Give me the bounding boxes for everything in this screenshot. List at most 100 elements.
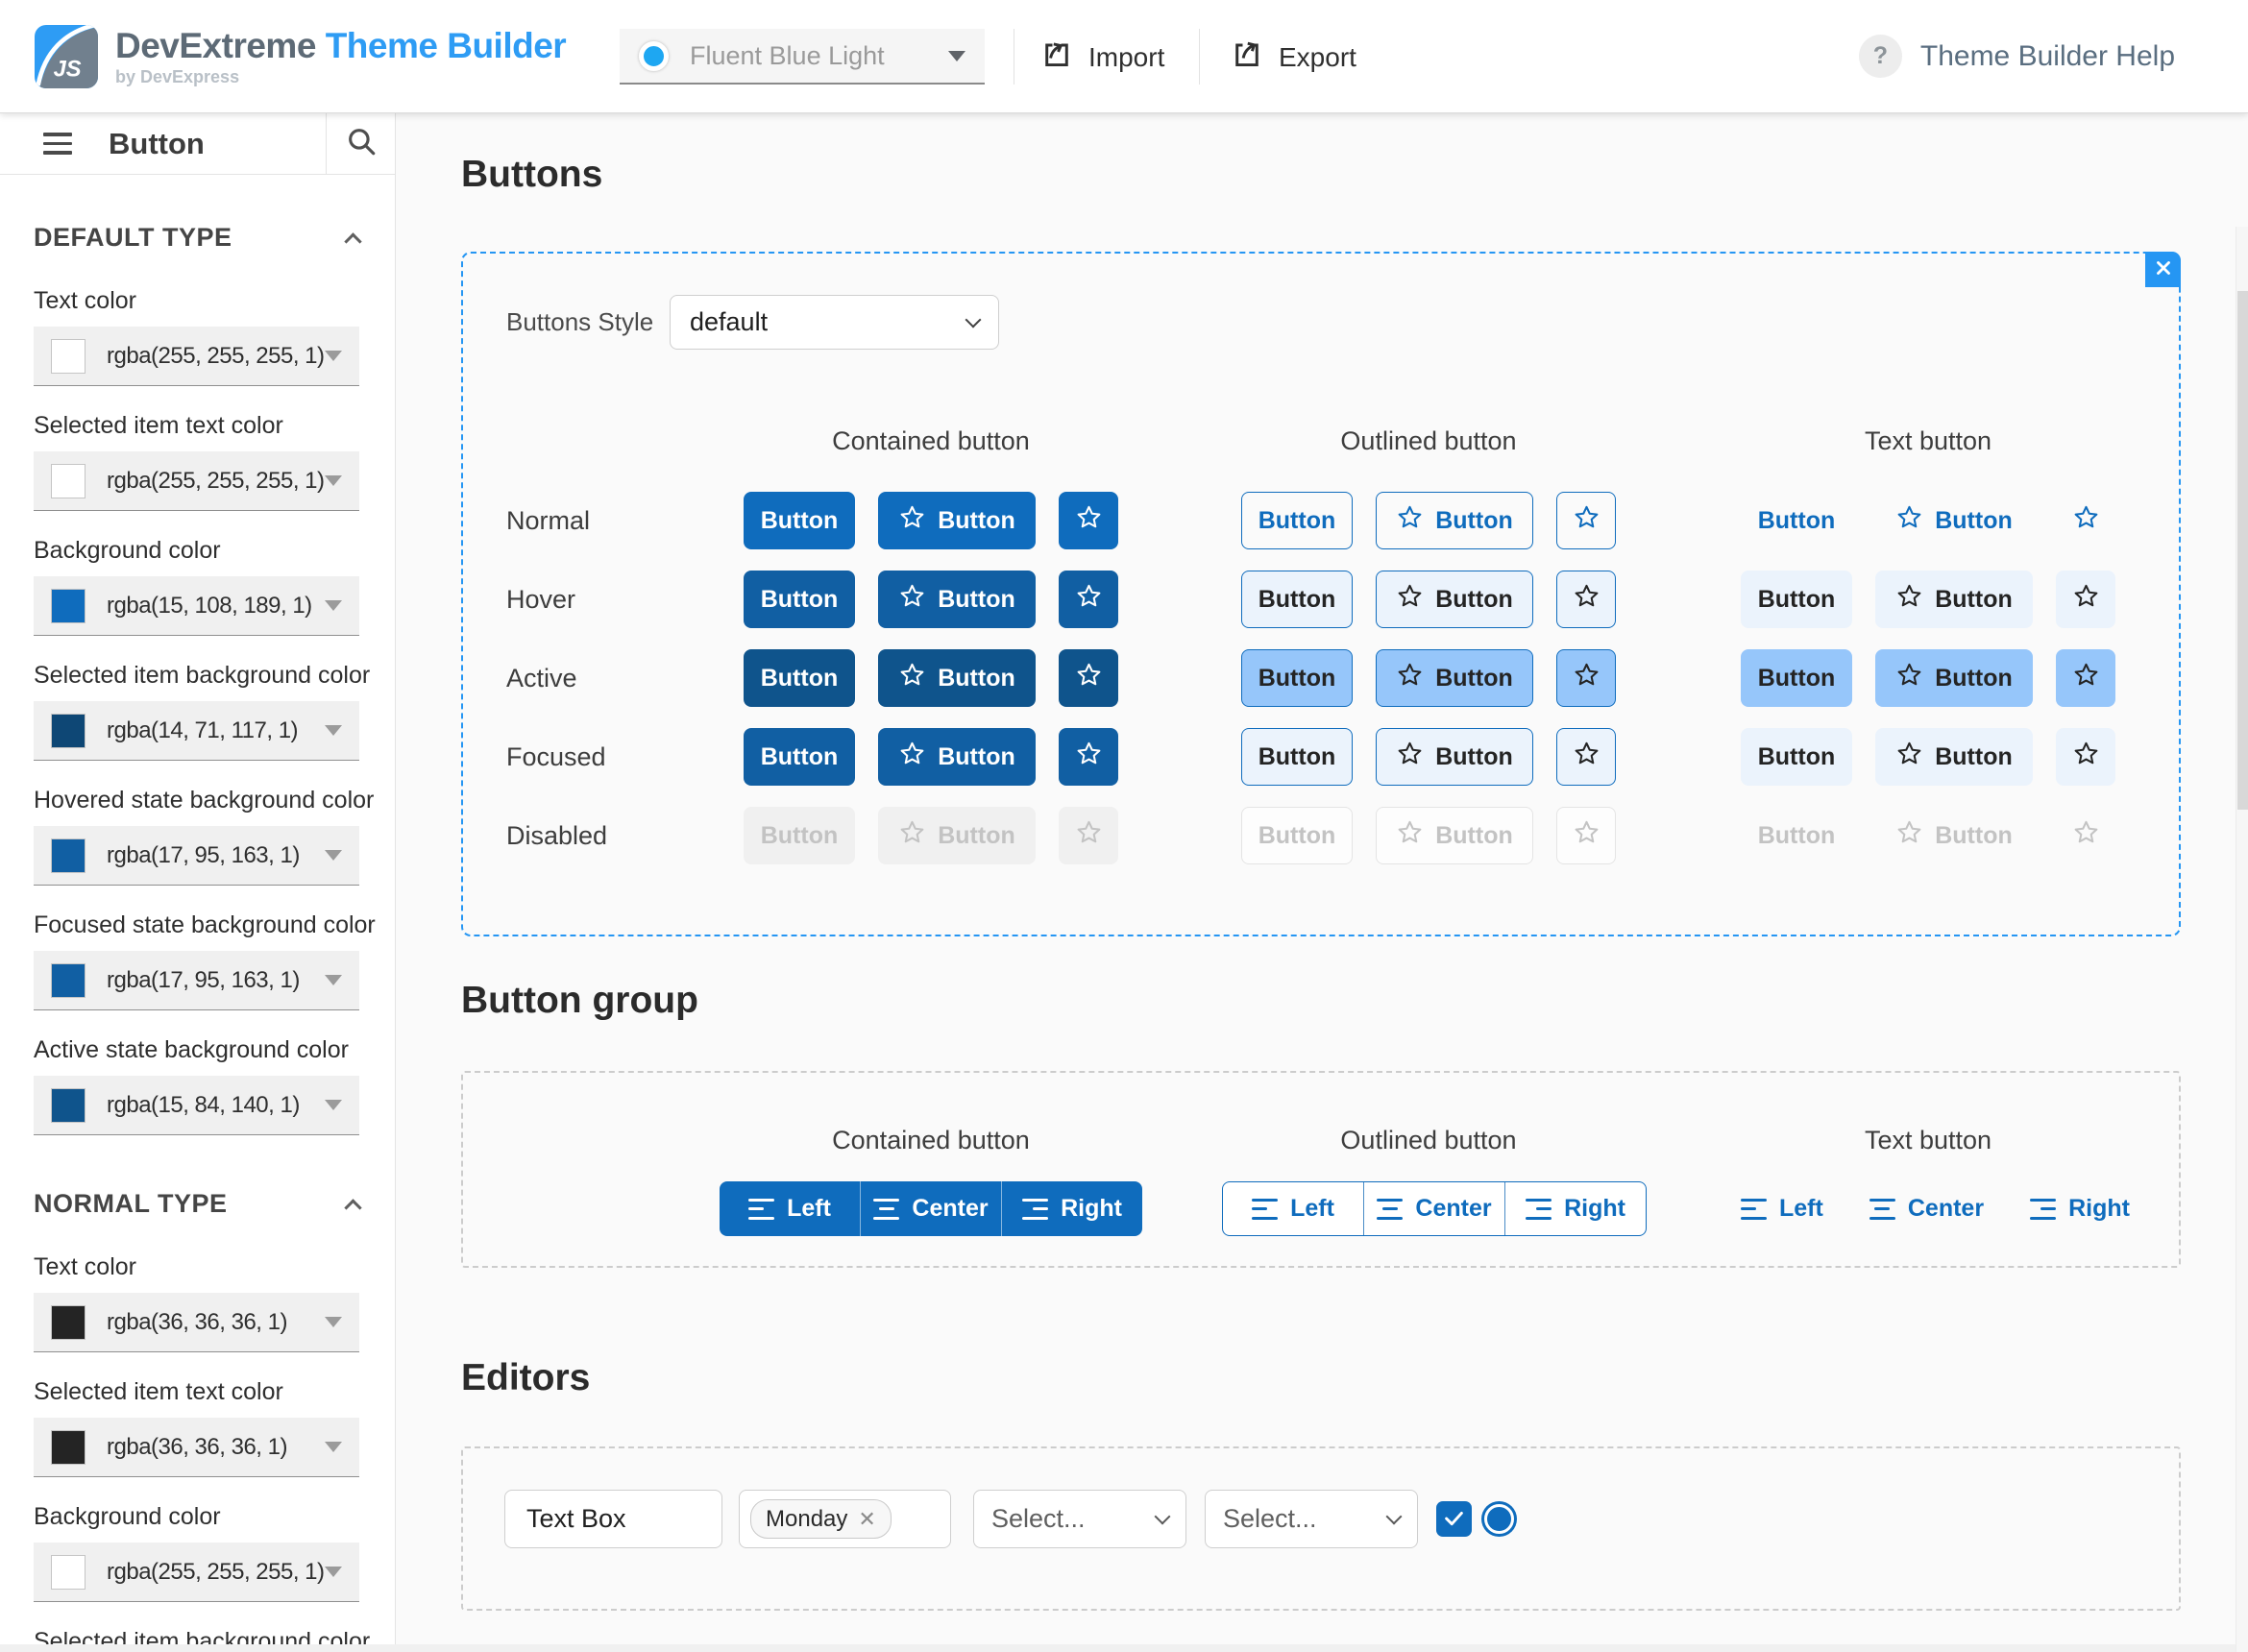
select-box-1[interactable]: Select... [973, 1490, 1186, 1548]
help-link[interactable]: ? Theme Builder Help [1858, 35, 2175, 78]
demo-button[interactable] [1556, 649, 1616, 707]
theme-color-dot-icon [639, 40, 669, 71]
color-select[interactable]: rgba(14, 71, 117, 1) [34, 701, 359, 761]
color-select[interactable]: rgba(17, 95, 163, 1) [34, 951, 359, 1010]
demo-button[interactable]: Button [878, 571, 1036, 628]
demo-button[interactable]: Button [1376, 492, 1533, 549]
demo-button[interactable]: Button [1376, 728, 1533, 786]
state-label: Disabled [506, 821, 608, 850]
editors-demo-container[interactable]: Text Box Monday ✕ Select... Select... [461, 1446, 2181, 1611]
demo-button[interactable] [2056, 728, 2115, 786]
state-label: Focused [506, 742, 606, 771]
demo-button[interactable] [2056, 649, 2115, 707]
demo-button[interactable] [2056, 807, 2115, 864]
buttons-demo-container[interactable]: Buttons Style default Contained button Ou… [461, 252, 2181, 936]
import-button[interactable]: Import [1039, 36, 1164, 78]
demo-button[interactable]: Button [1376, 807, 1533, 864]
demo-button[interactable]: Button [1741, 571, 1852, 628]
demo-button[interactable]: Button [1241, 728, 1353, 786]
demo-button[interactable] [1059, 649, 1118, 707]
demo-button[interactable] [1059, 492, 1118, 549]
checkbox-checked[interactable] [1436, 1501, 1472, 1537]
color-select[interactable]: rgba(15, 84, 140, 1) [34, 1076, 359, 1135]
buttons-style-select[interactable]: default [670, 295, 999, 350]
demo-button[interactable]: Button [1875, 807, 2033, 864]
color-select[interactable]: rgba(255, 255, 255, 1) [34, 327, 359, 386]
theme-select[interactable]: Fluent Blue Light [620, 29, 985, 85]
button-group-item-right[interactable]: Right [1504, 1182, 1646, 1235]
button-group-item-center[interactable]: Center [860, 1181, 1001, 1236]
demo-button[interactable]: Button [878, 807, 1036, 864]
color-select[interactable]: rgba(255, 255, 255, 1) [34, 451, 359, 511]
radio-button-selected[interactable] [1481, 1501, 1517, 1537]
button-group-item-left[interactable]: Left [1741, 1181, 1823, 1236]
button-group-item-center[interactable]: Center [1869, 1181, 1984, 1236]
search-button[interactable] [326, 113, 395, 174]
demo-button[interactable] [2056, 571, 2115, 628]
button-group-item-right[interactable]: Right [2030, 1181, 2130, 1236]
column-header: Text button [1864, 1126, 1992, 1154]
demo-button[interactable] [1556, 492, 1616, 549]
demo-button[interactable] [1556, 807, 1616, 864]
demo-button[interactable]: Button [744, 571, 855, 628]
demo-button[interactable]: Button [744, 728, 855, 786]
demo-button[interactable]: Button [878, 728, 1036, 786]
tag-chip[interactable]: Monday ✕ [750, 1499, 892, 1539]
star-icon [1396, 661, 1424, 695]
sidebar-section-header[interactable]: DEFAULT TYPE [34, 223, 362, 253]
demo-button[interactable] [1059, 728, 1118, 786]
color-value: rgba(14, 71, 117, 1) [107, 717, 299, 743]
demo-button[interactable]: Button [1376, 571, 1533, 628]
demo-button[interactable]: Button [878, 492, 1036, 549]
color-select[interactable]: rgba(36, 36, 36, 1) [34, 1418, 359, 1477]
demo-button-label: Button [1935, 506, 2013, 534]
demo-button[interactable] [1556, 728, 1616, 786]
button-group-item-label: Right [1564, 1195, 1625, 1222]
button-group-item-label: Center [912, 1195, 989, 1222]
demo-button[interactable]: Button [1741, 649, 1852, 707]
horizontal-scrollbar[interactable] [0, 1644, 2236, 1652]
demo-button[interactable]: Button [1241, 807, 1353, 864]
demo-button[interactable]: Button [1741, 492, 1852, 549]
close-selection-button[interactable] [2145, 252, 2181, 287]
demo-button[interactable]: Button [1241, 492, 1353, 549]
demo-button[interactable] [2056, 492, 2115, 549]
demo-button[interactable] [1556, 571, 1616, 628]
vertical-scrollbar-thumb[interactable] [2237, 291, 2248, 810]
tag-box-input[interactable]: Monday ✕ [739, 1490, 951, 1548]
color-select[interactable]: rgba(36, 36, 36, 1) [34, 1293, 359, 1352]
demo-button[interactable]: Button [1741, 728, 1852, 786]
color-select[interactable]: rgba(255, 255, 255, 1) [34, 1543, 359, 1602]
button-group-demo-container[interactable]: Contained button Outlined button Text butt… [461, 1071, 2181, 1268]
sidebar-section-header[interactable]: NORMAL TYPE [34, 1189, 362, 1219]
button-group-item-left[interactable]: Left [720, 1181, 860, 1236]
demo-button[interactable]: Button [1241, 649, 1353, 707]
button-group-item-right[interactable]: Right [1001, 1181, 1142, 1236]
vertical-scrollbar[interactable] [2236, 227, 2248, 1652]
demo-button[interactable]: Button [1875, 492, 2033, 549]
demo-button[interactable]: Button [1875, 571, 2033, 628]
demo-button[interactable]: Button [878, 649, 1036, 707]
button-group-item-center[interactable]: Center [1363, 1182, 1504, 1235]
export-button[interactable]: Export [1230, 36, 1356, 78]
demo-button[interactable]: Button [1241, 571, 1353, 628]
star-icon [898, 582, 926, 617]
demo-button[interactable]: Button [744, 649, 855, 707]
demo-button[interactable]: Button [1875, 728, 2033, 786]
color-select[interactable]: rgba(17, 95, 163, 1) [34, 826, 359, 886]
text-box-input[interactable]: Text Box [504, 1490, 722, 1548]
demo-button[interactable]: Button [1376, 649, 1533, 707]
demo-button[interactable]: Button [1741, 807, 1852, 864]
color-select[interactable]: rgba(15, 108, 189, 1) [34, 576, 359, 636]
demo-button[interactable]: Button [744, 492, 855, 549]
demo-button[interactable]: Button [1875, 649, 2033, 707]
demo-button[interactable] [1059, 807, 1118, 864]
demo-button[interactable] [1059, 571, 1118, 628]
star-icon [1396, 740, 1424, 774]
button-group-item-left[interactable]: Left [1223, 1182, 1363, 1235]
demo-button[interactable]: Button [744, 807, 855, 864]
menu-icon[interactable] [43, 133, 72, 155]
buttons-style-row: Buttons Style default [506, 295, 999, 350]
remove-tag-icon[interactable]: ✕ [858, 1508, 875, 1530]
select-box-2[interactable]: Select... [1205, 1490, 1418, 1548]
